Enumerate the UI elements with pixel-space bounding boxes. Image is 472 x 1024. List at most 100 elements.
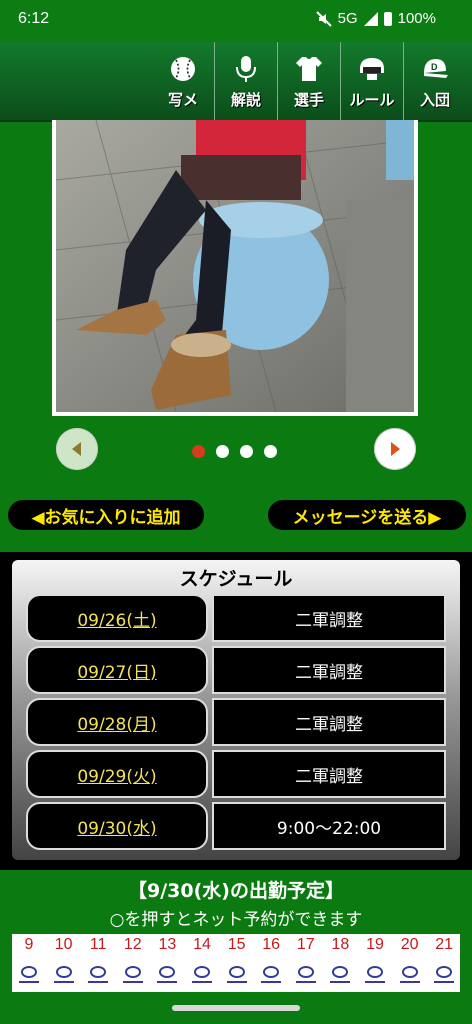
profile-photo-frame [52, 120, 418, 416]
reserve-slot-underline [330, 981, 351, 983]
reserve-slot-underline [19, 981, 39, 983]
schedule-date-link[interactable]: 09/30(水) [26, 802, 208, 850]
hour-label: 14 [193, 936, 211, 953]
nav-label: 選手 [293, 90, 324, 109]
reserve-slot-underline [88, 981, 109, 983]
reserve-slot-underline [261, 981, 282, 983]
nav-item-players[interactable]: 選手 [277, 42, 340, 120]
status-time: 6:12 [18, 10, 50, 27]
nav-item-join[interactable]: D 入団 [403, 42, 466, 120]
signal-icon [363, 11, 378, 26]
hour-label: 11 [89, 936, 107, 953]
home-indicator[interactable] [172, 1005, 300, 1011]
network-label: 5G [337, 10, 358, 27]
schedule-row: 09/26(土) 二軍調整 [26, 594, 446, 642]
carousel-dot[interactable] [264, 445, 277, 458]
hour-label: 16 [262, 936, 281, 953]
reserve-slot-button[interactable] [90, 966, 107, 978]
schedule-status: 二軍調整 [212, 594, 446, 642]
schedule-title: スケジュール [179, 568, 293, 590]
reserve-slot-button[interactable] [263, 966, 280, 978]
nav-label: 写メ [167, 90, 198, 109]
microphone-icon [230, 53, 262, 85]
cap-icon: D [419, 53, 451, 85]
battery-level: 100% [397, 10, 436, 27]
schedule-date-link[interactable]: 09/29(火) [26, 750, 208, 798]
profile-photo[interactable] [56, 120, 414, 412]
hour-label: 18 [331, 936, 350, 953]
attendance-header: 【9/30(水)の出勤予定】 ○を押すとネット予約ができます [0, 872, 472, 930]
nav-label: 解説 [230, 90, 261, 109]
reserve-slot-underline [365, 981, 385, 983]
status-bar: 6:12 5G 100% [0, 0, 472, 42]
reserve-slot-button[interactable] [297, 966, 314, 978]
reserve-slot-button[interactable] [436, 966, 453, 978]
hour-label: 9 [24, 936, 34, 953]
reserve-slot-button[interactable] [367, 966, 383, 978]
hour-label: 13 [158, 936, 177, 953]
reserve-slot-button[interactable] [332, 966, 349, 978]
attendance-subtitle: ○を押すとネット予約ができます [109, 910, 363, 930]
mute-icon [315, 10, 332, 27]
carousel-dot[interactable] [216, 445, 229, 458]
nav-label: 入団 [419, 90, 450, 109]
nav-item-rules[interactable]: ルール [340, 42, 403, 120]
reserve-slot-underline [226, 981, 247, 983]
schedule-date-link[interactable]: 09/26(土) [26, 594, 208, 642]
hour-label: 10 [54, 936, 73, 953]
schedule-row: 09/29(火) 二軍調整 [26, 750, 446, 798]
reserve-slot-button[interactable] [194, 966, 210, 978]
schedule-status: 二軍調整 [212, 750, 446, 798]
schedule-row: 09/27(日) 二軍調整 [26, 646, 446, 694]
hour-label: 17 [296, 936, 315, 953]
arrow-left-icon [72, 442, 81, 456]
schedule-status: 9:00～22:00 [212, 802, 446, 850]
send-message-button[interactable]: メッセージを送る▶ [268, 500, 466, 530]
battery-icon [383, 11, 392, 26]
nav-label: ルール [349, 90, 395, 109]
reserve-slot-underline [399, 981, 420, 983]
status-indicators: 5G 100% [315, 10, 436, 27]
reserve-slot-button[interactable] [124, 966, 141, 978]
carousel-dots [192, 445, 277, 458]
schedule-date-link[interactable]: 09/28(月) [26, 698, 208, 746]
attendance-title: 【9/30(水)の出勤予定】 [128, 880, 344, 902]
hour-label: 15 [227, 936, 246, 953]
photo-carousel [0, 424, 472, 474]
hourly-availability: 9 10 11 12 13 14 15 16 17 18 19 20 21 [12, 934, 460, 992]
carousel-dot[interactable] [192, 445, 205, 458]
reserve-slot-underline [122, 981, 143, 983]
carousel-prev-button[interactable] [56, 428, 98, 470]
hour-label: 12 [123, 936, 142, 953]
nav-item-photo[interactable]: 写メ [152, 42, 214, 120]
arrow-right-icon [391, 442, 400, 456]
schedule-status: 二軍調整 [212, 646, 446, 694]
helmet-icon [356, 53, 388, 85]
baseball-icon [167, 53, 199, 85]
hour-label: 21 [435, 936, 454, 953]
hour-label: 19 [366, 936, 384, 953]
schedule-row: 09/30(水) 9:00～22:00 [26, 802, 446, 850]
reserve-slot-button[interactable] [228, 966, 245, 978]
reserve-slot-button[interactable] [21, 966, 37, 978]
reserve-slot-button[interactable] [159, 966, 176, 978]
carousel-next-button[interactable] [374, 428, 416, 470]
reserve-slot-underline [192, 981, 212, 983]
reserve-slot-button[interactable] [401, 966, 418, 978]
schedule-panel: スケジュール 09/26(土) 二軍調整 09/27(日) 二軍調整 09/28… [12, 560, 460, 860]
reserve-slot-underline [295, 981, 316, 983]
svg-text:D: D [431, 62, 438, 72]
schedule-row: 09/28(月) 二軍調整 [26, 698, 446, 746]
carousel-dot[interactable] [240, 445, 253, 458]
reserve-slot-button[interactable] [55, 966, 72, 978]
jersey-icon [293, 53, 325, 85]
add-favorite-button[interactable]: ◀お気に入りに追加 [8, 500, 204, 530]
reserve-slot-underline [53, 981, 74, 983]
reserve-slot-underline [434, 981, 455, 983]
hour-label: 20 [400, 936, 419, 953]
top-nav: 写メ 解説 選手 ルール D 入団 [0, 42, 472, 122]
schedule-date-link[interactable]: 09/27(日) [26, 646, 208, 694]
reserve-slot-underline [157, 981, 178, 983]
nav-item-commentary[interactable]: 解説 [214, 42, 277, 120]
schedule-status: 二軍調整 [212, 698, 446, 746]
